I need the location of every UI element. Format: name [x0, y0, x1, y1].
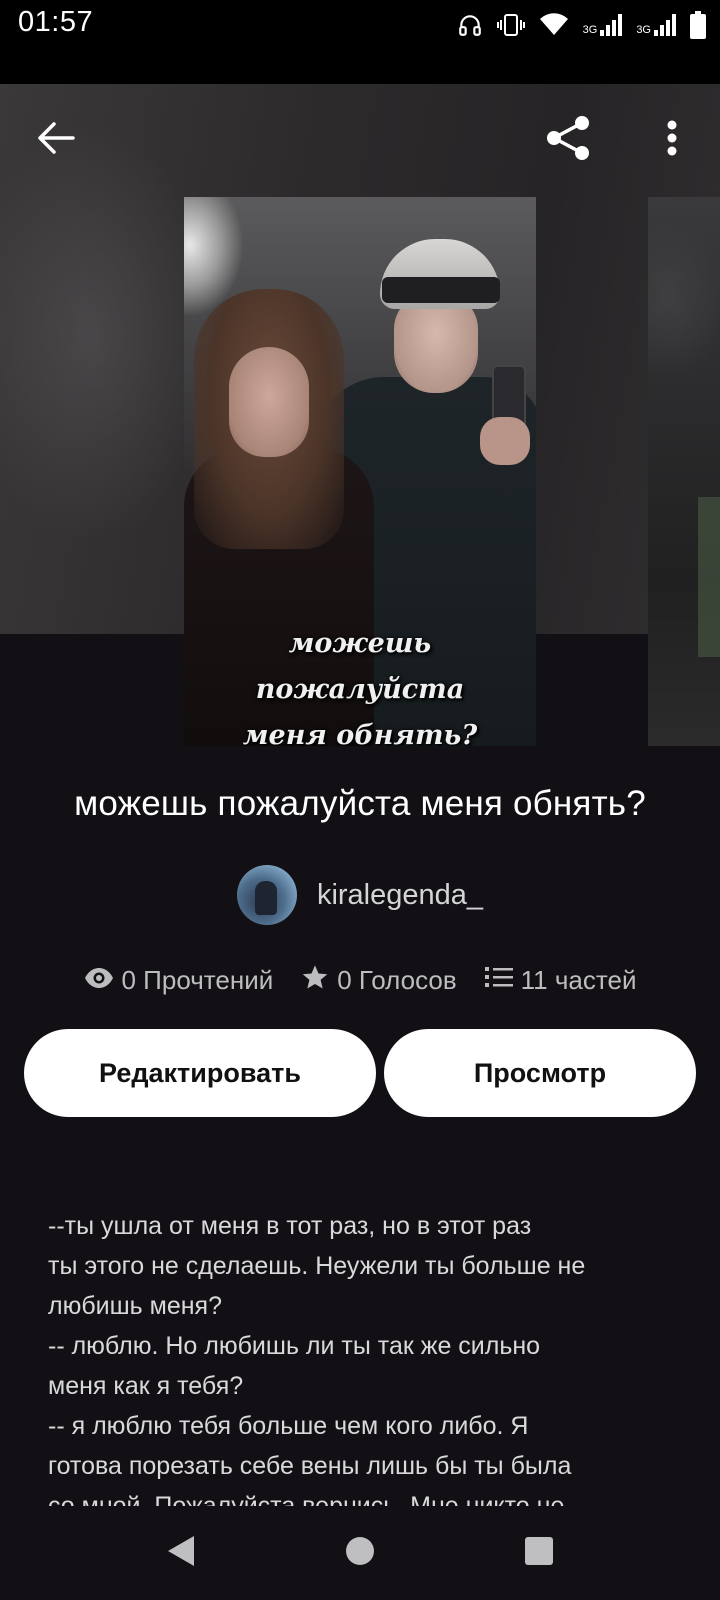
votes-count: 0 Голосов	[337, 964, 457, 995]
headphones-icon	[457, 12, 483, 38]
circle-home-icon	[345, 1536, 375, 1571]
battery-icon	[690, 11, 706, 39]
back-button[interactable]	[28, 112, 84, 168]
network-label: 3G	[636, 24, 651, 36]
share-button[interactable]	[540, 112, 596, 168]
story-title: можешь пожалуйста меня обнять?	[74, 784, 646, 823]
more-options-button[interactable]	[644, 112, 700, 168]
reads-count: 0 Прочтений	[121, 964, 274, 995]
author-name[interactable]: kiralegenda_	[317, 879, 483, 912]
status-time: 01:57	[18, 6, 94, 38]
network-label: 3G	[582, 24, 598, 36]
share-icon	[543, 113, 593, 168]
cover-art-detail	[698, 497, 720, 657]
triangle-back-icon	[166, 1534, 196, 1573]
square-recents-icon	[524, 1536, 554, 1571]
system-nav-bar	[0, 1506, 720, 1600]
cover-figure	[229, 347, 309, 457]
star-icon	[301, 963, 329, 998]
story-details-screen: 01:57 3G 3G можешь пожалуйста меня обнят…	[0, 0, 720, 1600]
next-story-cover[interactable]	[648, 197, 720, 746]
status-bar: 01:57 3G 3G	[0, 0, 720, 84]
cover-caption-line1: можешь пожалуйста	[255, 628, 465, 705]
wifi-icon	[539, 13, 569, 37]
story-description: --ты ушла от меня в тот раз, но в этот р…	[48, 1212, 586, 1506]
reads-stat: 0 Прочтений	[84, 964, 274, 996]
cover-caption-line2: меня обнять?	[242, 720, 478, 746]
parts-stat: 11 частей	[484, 964, 637, 996]
signal-3g-icon: 3G	[636, 14, 676, 36]
cover-figure	[382, 277, 500, 303]
votes-stat: 0 Голосов	[301, 963, 457, 998]
list-icon	[484, 965, 513, 996]
view-button[interactable]: Просмотр	[384, 1029, 696, 1117]
vibrate-icon	[496, 13, 525, 37]
author-row[interactable]: kiralegenda_	[0, 864, 720, 926]
story-stats: 0 Прочтений 0 Голосов 11 частей	[0, 960, 720, 1000]
arrow-left-icon	[37, 121, 75, 160]
more-vertical-icon	[666, 120, 678, 161]
nav-back-button[interactable]	[158, 1530, 204, 1576]
story-cover[interactable]: можешь пожалуйста меня обнять?	[184, 197, 536, 746]
cover-figure	[480, 417, 530, 465]
edit-button[interactable]: Редактировать	[24, 1029, 376, 1117]
signal-3g-icon: 3G	[583, 14, 623, 36]
parts-count: 11 частей	[520, 964, 637, 995]
status-icons: 3G 3G	[457, 10, 706, 40]
nav-recents-button[interactable]	[516, 1530, 562, 1576]
cover-caption: можешь пожалуйста меня обнять?	[184, 621, 536, 746]
nav-home-button[interactable]	[337, 1530, 383, 1576]
avatar[interactable]	[236, 865, 297, 925]
eye-icon	[84, 965, 114, 996]
